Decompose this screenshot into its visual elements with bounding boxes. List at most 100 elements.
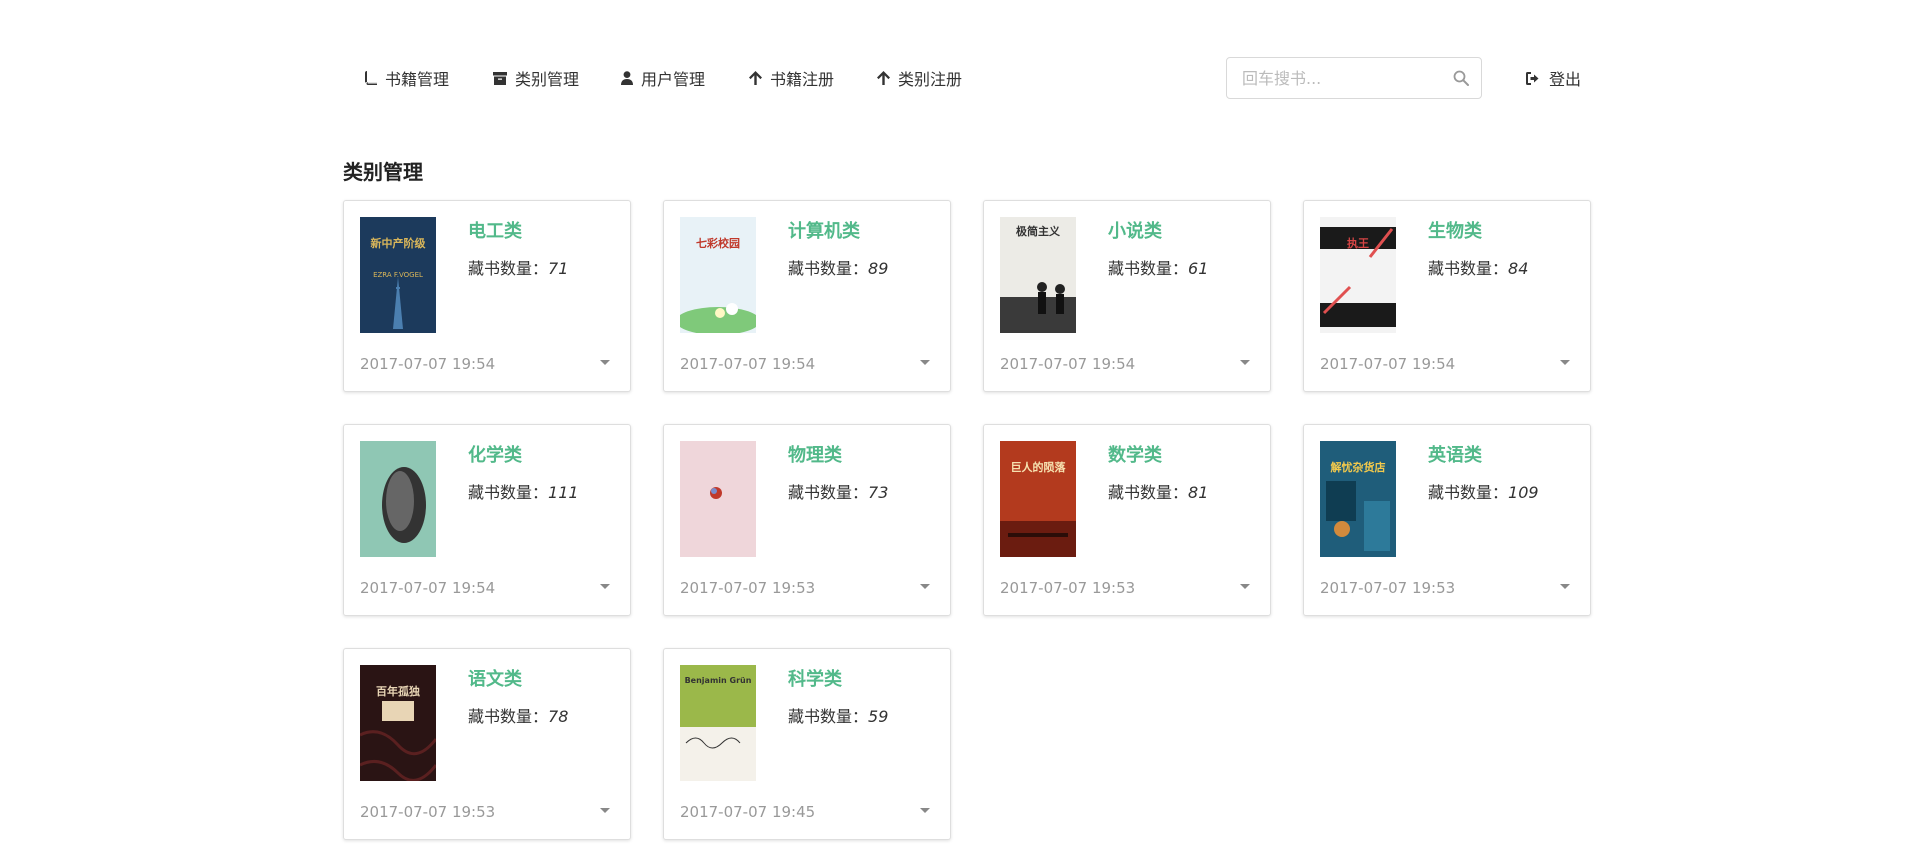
nav-label: 书籍注册 [770, 70, 835, 89]
search-input[interactable] [1227, 58, 1442, 98]
svg-text:解忧杂货店: 解忧杂货店 [1331, 460, 1386, 474]
category-name[interactable]: 物理类 [788, 441, 842, 467]
book-count-value: 81 [1188, 483, 1209, 502]
category-name[interactable]: 计算机类 [788, 217, 860, 243]
nav-label: 类别注册 [898, 70, 963, 89]
category-name[interactable]: 英语类 [1428, 441, 1482, 467]
svg-text:百年孤独: 百年孤独 [376, 684, 420, 698]
created-date: 2017-07-07 19:45 [680, 803, 816, 821]
svg-text:极简主义: 极简主义 [1016, 224, 1061, 238]
book-cover-image[interactable]: 极简主义 [1000, 217, 1076, 333]
caret-down-icon[interactable] [1560, 584, 1570, 589]
logout-button[interactable]: 登出 [1526, 50, 1581, 106]
book-count-label: 藏书数量： [1428, 259, 1509, 278]
book-cover-image[interactable]: 解忧杂货店 [1320, 441, 1396, 557]
category-name[interactable]: 生物类 [1428, 217, 1482, 243]
created-date: 2017-07-07 19:53 [360, 803, 496, 821]
book-count: 藏书数量：84 [1428, 255, 1528, 279]
caret-down-icon[interactable] [1560, 360, 1570, 365]
category-card: 百年孤独 语文类藏书数量：78 2017-07-07 19:53 [343, 648, 631, 840]
category-card: Benjamin Grün 科学类藏书数量：59 2017-07-07 19:45 [663, 648, 951, 840]
category-name[interactable]: 科学类 [788, 665, 842, 691]
category-card: 新中产阶级 EZRA F.VOGEL 电工类藏书数量：71 2017-07-07 19… [343, 200, 631, 392]
category-name[interactable]: 小说类 [1108, 217, 1162, 243]
book-count: 藏书数量：59 [788, 703, 888, 727]
book-count-value: 89 [868, 259, 889, 278]
book-count-label: 藏书数量： [468, 707, 549, 726]
book-cover-image[interactable] [680, 441, 756, 557]
svg-text:EZRA F.VOGEL: EZRA F.VOGEL [373, 271, 423, 279]
book-count-label: 藏书数量： [1108, 259, 1189, 278]
book-cover-image[interactable]: 执王 [1320, 217, 1396, 333]
caret-down-icon[interactable] [920, 360, 930, 365]
svg-text:Benjamin Grün: Benjamin Grün [685, 676, 752, 685]
book-count-label: 藏书数量： [788, 259, 869, 278]
category-card: 物理类藏书数量：73 2017-07-07 19:53 [663, 424, 951, 616]
book-count-label: 藏书数量： [468, 259, 549, 278]
book-count-label: 藏书数量： [1428, 483, 1509, 502]
category-card: 巨人的陨落 数学类藏书数量：81 2017-07-07 19:53 [983, 424, 1271, 616]
category-card: 解忧杂货店 英语类藏书数量：109 2017-07-07 19:53 [1303, 424, 1591, 616]
nav-label: 书籍管理 [385, 70, 450, 89]
book-count: 藏书数量：71 [468, 255, 568, 279]
book-count-label: 藏书数量： [1108, 483, 1189, 502]
book-cover-image[interactable]: Benjamin Grün [680, 665, 756, 781]
book-count: 藏书数量：81 [1108, 479, 1208, 503]
book-count-value: 59 [868, 707, 889, 726]
book-count: 藏书数量：78 [468, 703, 568, 727]
caret-down-icon[interactable] [1240, 360, 1250, 365]
book-cover-image[interactable]: 百年孤独 [360, 665, 436, 781]
book-count-label: 藏书数量： [788, 483, 869, 502]
nav-book-register[interactable]: 书籍注册 [749, 50, 834, 106]
nav-label: 用户管理 [641, 70, 706, 89]
book-count-value: 73 [868, 483, 889, 502]
created-date: 2017-07-07 19:53 [680, 579, 816, 597]
book-count-value: 61 [1188, 259, 1209, 278]
book-count-value: 78 [548, 707, 569, 726]
book-cover-image[interactable]: 巨人的陨落 [1000, 441, 1076, 557]
category-card: 执王 生物类 藏书数量：84 2017-07-07 19:54 [1303, 200, 1591, 392]
user-icon [621, 71, 633, 85]
arrow-up-icon [877, 71, 890, 85]
created-date: 2017-07-07 19:54 [680, 355, 816, 373]
book-cover-image[interactable] [360, 441, 436, 557]
book-icon [365, 71, 377, 85]
book-count-value: 111 [548, 483, 579, 502]
caret-down-icon[interactable] [920, 808, 930, 813]
caret-down-icon[interactable] [600, 808, 610, 813]
book-count-value: 84 [1508, 259, 1529, 278]
caret-down-icon[interactable] [600, 360, 610, 365]
caret-down-icon[interactable] [600, 584, 610, 589]
category-grid: 新中产阶级 EZRA F.VOGEL 电工类藏书数量：71 2017-07-07 19… [343, 200, 1595, 840]
nav-category-register[interactable]: 类别注册 [877, 50, 962, 106]
nav-category-management[interactable]: 类别管理 [493, 50, 579, 106]
svg-text:七彩校园: 七彩校园 [696, 236, 740, 250]
caret-down-icon[interactable] [920, 584, 930, 589]
book-count-label: 藏书数量： [788, 707, 869, 726]
category-name[interactable]: 数学类 [1108, 441, 1162, 467]
category-name[interactable]: 语文类 [468, 665, 522, 691]
search-icon[interactable] [1453, 70, 1469, 86]
category-name[interactable]: 化学类 [468, 441, 522, 467]
category-name[interactable]: 电工类 [468, 217, 522, 243]
arrow-up-icon [749, 71, 762, 85]
logout-label: 登出 [1549, 70, 1582, 89]
book-count: 藏书数量：89 [788, 255, 888, 279]
nav-label: 类别管理 [515, 70, 580, 89]
created-date: 2017-07-07 19:53 [1320, 579, 1456, 597]
created-date: 2017-07-07 19:54 [360, 355, 496, 373]
nav-user-management[interactable]: 用户管理 [621, 50, 705, 106]
book-count: 藏书数量：73 [788, 479, 888, 503]
svg-text:新中产阶级: 新中产阶级 [371, 236, 427, 250]
book-count-value: 109 [1508, 483, 1539, 502]
category-card: 七彩校园 计算机类藏书数量：89 2017-07-07 19:54 [663, 200, 951, 392]
page-title: 类别管理 [343, 160, 423, 184]
svg-text:巨人的陨落: 巨人的陨落 [1011, 460, 1067, 474]
created-date: 2017-07-07 19:53 [1000, 579, 1136, 597]
nav-book-management[interactable]: 书籍管理 [365, 50, 449, 106]
top-navbar: 书籍管理 类别管理 用户管理 书籍注册 类别注册 登出 [343, 50, 1593, 106]
caret-down-icon[interactable] [1240, 584, 1250, 589]
book-cover-image[interactable]: 新中产阶级 EZRA F.VOGEL [360, 217, 436, 333]
sign-out-icon [1526, 71, 1541, 85]
book-cover-image[interactable]: 七彩校园 [680, 217, 756, 333]
